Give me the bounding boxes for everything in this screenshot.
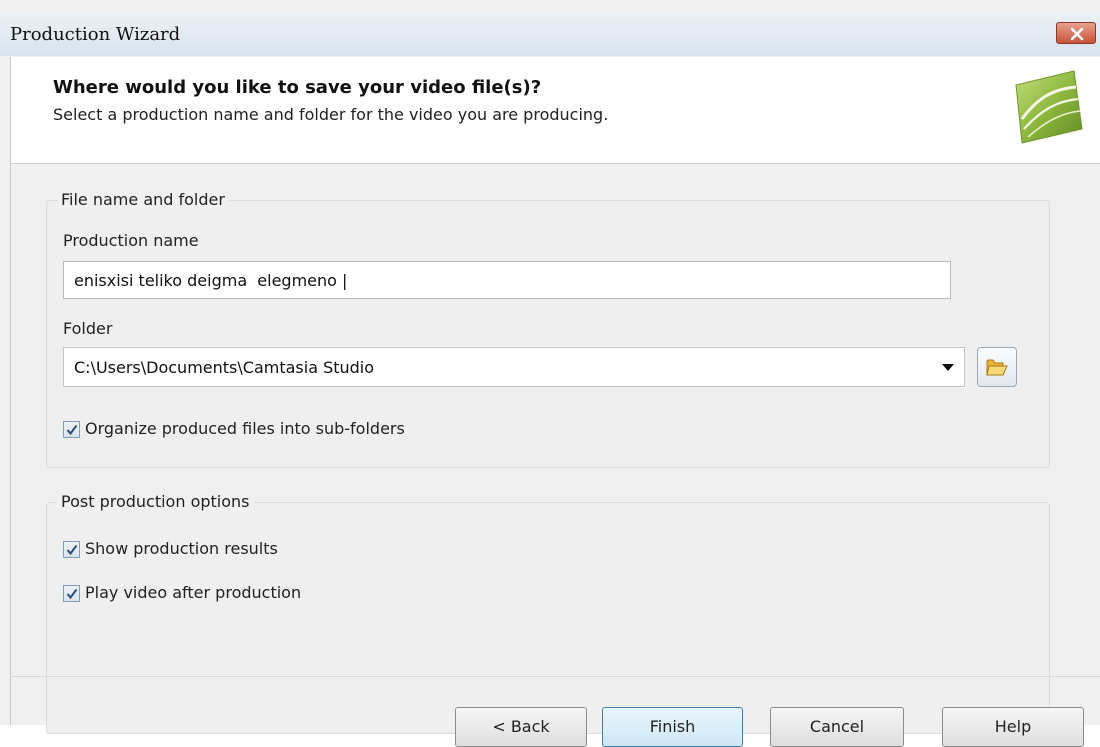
camtasia-logo-icon: [1015, 70, 1083, 144]
footer-divider: [10, 676, 1100, 677]
production-name-input[interactable]: [63, 261, 951, 299]
checkmark-icon: [66, 424, 78, 436]
production-wizard-window: Production Wizard Where would you like t…: [0, 0, 1100, 747]
organize-subfolders-option[interactable]: Organize produced files into sub-folders: [63, 419, 543, 441]
organize-subfolders-label: Organize produced files into sub-folders: [85, 419, 405, 438]
folder-select[interactable]: C:\Users\Documents\Camtasia Studio: [63, 347, 965, 387]
organize-subfolders-checkbox[interactable]: [63, 421, 80, 438]
close-button[interactable]: [1056, 22, 1096, 44]
page-subheading: Select a production name and folder for …: [53, 105, 609, 124]
help-button[interactable]: Help: [942, 707, 1084, 747]
production-name-label: Production name: [63, 231, 199, 250]
chevron-down-icon: [942, 364, 954, 371]
title-bar: Production Wizard: [0, 12, 1100, 56]
show-results-checkbox[interactable]: [63, 541, 80, 558]
header-panel: Where would you like to save your video …: [10, 57, 1100, 164]
checkmark-icon: [66, 588, 78, 600]
window-title: Production Wizard: [10, 24, 181, 45]
file-group-legend: File name and folder: [57, 190, 229, 209]
folder-label: Folder: [63, 319, 113, 338]
finish-button[interactable]: Finish: [602, 707, 743, 747]
post-group-legend: Post production options: [57, 492, 254, 511]
show-results-option[interactable]: Show production results: [63, 539, 423, 561]
folder-open-icon: [986, 359, 1008, 376]
play-video-option[interactable]: Play video after production: [63, 583, 423, 605]
wizard-body: File name and folder Production name Fol…: [10, 164, 1100, 734]
browse-folder-button[interactable]: [977, 347, 1017, 387]
checkmark-icon: [66, 544, 78, 556]
close-icon: [1070, 27, 1084, 41]
play-video-label: Play video after production: [85, 583, 302, 602]
cancel-button[interactable]: Cancel: [770, 707, 904, 747]
folder-path-value: C:\Users\Documents\Camtasia Studio: [74, 358, 375, 377]
post-production-group: Post production options Show production …: [46, 492, 1050, 734]
file-name-folder-group: File name and folder Production name Fol…: [46, 190, 1050, 468]
page-heading: Where would you like to save your video …: [53, 77, 542, 98]
back-button[interactable]: < Back: [455, 707, 587, 747]
play-video-checkbox[interactable]: [63, 585, 80, 602]
show-results-label: Show production results: [85, 539, 278, 558]
